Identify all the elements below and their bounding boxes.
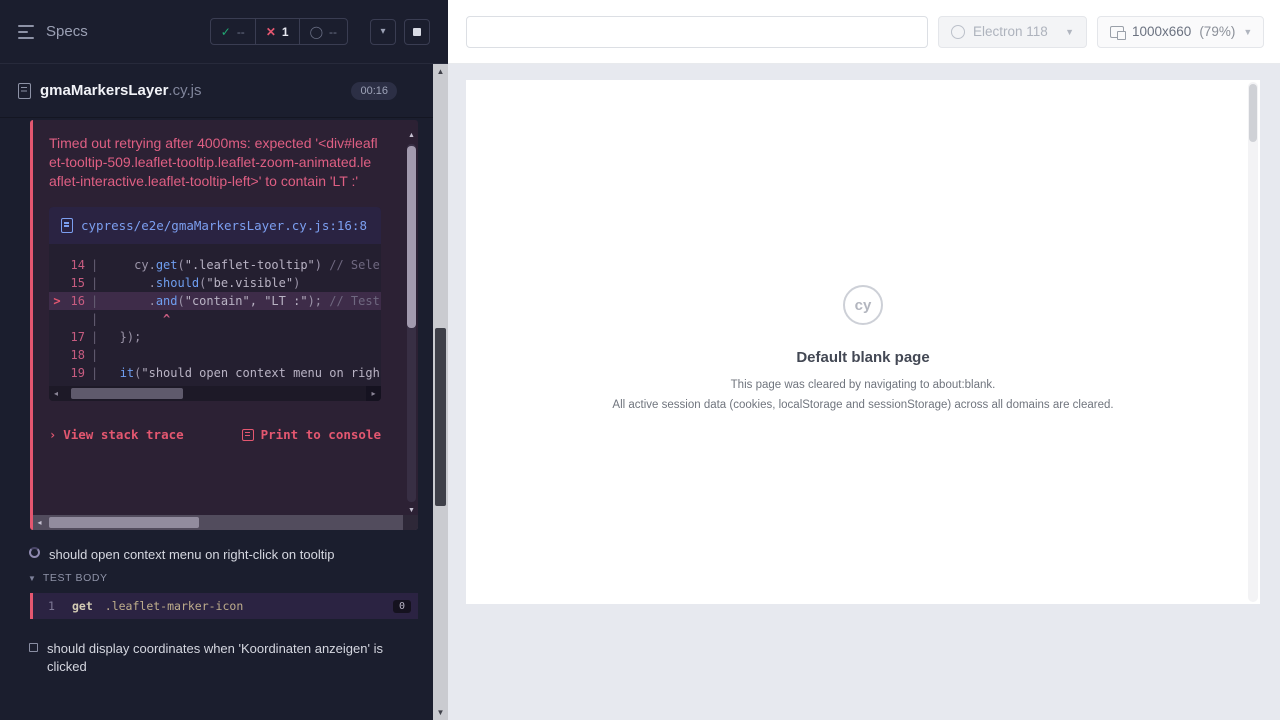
- browser-label: Electron 118: [973, 24, 1048, 39]
- test-body-toggle[interactable]: ▼ TEST BODY: [28, 572, 108, 584]
- spec-duration-badge: 00:16: [351, 82, 397, 100]
- scroll-down-icon[interactable]: ▼: [405, 507, 418, 514]
- code-frame-file-link[interactable]: cypress/e2e/gmaMarkersLayer.cy.js:16:8: [49, 207, 381, 244]
- pending-square-icon: [29, 643, 38, 652]
- blank-page-title: Default blank page: [796, 349, 929, 366]
- code-lines: 14| cy.get(".leaflet-tooltip") // Sele 1…: [49, 244, 381, 386]
- test-stats: ✓ -- ✕ 1 ◯ --: [210, 18, 348, 45]
- url-toolbar: Electron 118 ▼ 1000x660 (79%) ▼: [448, 0, 1280, 64]
- stat-pending[interactable]: ◯ --: [300, 19, 347, 44]
- url-input[interactable]: [466, 16, 928, 48]
- viewport-scale: (79%): [1199, 24, 1235, 39]
- code-line: 18|: [49, 346, 381, 364]
- view-stack-trace-button[interactable]: › View stack trace: [49, 427, 184, 442]
- error-horizontal-scrollbar: ◂: [33, 515, 418, 530]
- command-badge: 0: [393, 600, 411, 613]
- spec-row[interactable]: gmaMarkersLayer.cy.js 00:16: [0, 64, 433, 118]
- test-error-panel: Timed out retrying after 4000ms: expecte…: [30, 120, 418, 530]
- test-title: should open context menu on right-click …: [49, 546, 334, 564]
- blank-page-subtitle-1: This page was cleared by navigating to a…: [731, 377, 996, 393]
- spinner-icon: [29, 547, 40, 558]
- scrollbar-corner: [403, 515, 418, 530]
- command-log-row[interactable]: 1 get .leaflet-marker-icon 0: [30, 593, 418, 619]
- command-method: get: [72, 599, 93, 613]
- cross-icon: ✕: [266, 25, 276, 39]
- command-number: 1: [48, 599, 70, 613]
- test-body-label: TEST BODY: [43, 572, 108, 584]
- viewport-size: 1000x660: [1132, 24, 1191, 39]
- passed-count: --: [237, 25, 245, 39]
- command-args: .leaflet-marker-icon: [105, 599, 243, 613]
- code-line: 14| cy.get(".leaflet-tooltip") // Sele: [49, 256, 381, 274]
- chevron-down-icon: ▾: [380, 26, 385, 37]
- check-icon: ✓: [221, 25, 231, 39]
- blank-page-subtitle-2: All active session data (cookies, localS…: [612, 397, 1113, 413]
- code-line: >16| .and("contain", "LT :"); // Test: [49, 292, 381, 310]
- aut-main: Electron 118 ▼ 1000x660 (79%) ▼ cy Defau…: [448, 0, 1280, 720]
- code-frame-filename: cypress/e2e/gmaMarkersLayer.cy.js:16:8: [81, 216, 367, 235]
- browser-select[interactable]: Electron 118 ▼: [938, 16, 1087, 48]
- reporter-scrollbar-thumb[interactable]: [435, 328, 446, 506]
- test-title: should display coordinates when 'Koordin…: [47, 640, 399, 676]
- scroll-up-icon[interactable]: ▲: [433, 67, 448, 76]
- stop-button[interactable]: [404, 19, 430, 45]
- code-frame: cypress/e2e/gmaMarkersLayer.cy.js:16:8 1…: [49, 207, 381, 401]
- specs-header: Specs ✓ -- ✕ 1 ◯ -- ▾: [0, 0, 448, 64]
- aut-background: cy Default blank page This page was clea…: [448, 64, 1280, 720]
- stop-icon: [413, 28, 421, 36]
- spec-extension: .cy.js: [168, 82, 201, 99]
- specs-menu-icon[interactable]: [18, 25, 36, 39]
- reporter-sidebar: Specs ✓ -- ✕ 1 ◯ -- ▾: [0, 0, 448, 720]
- cy-logo: cy: [843, 285, 883, 325]
- error-message: Timed out retrying after 4000ms: expecte…: [49, 134, 378, 191]
- code-horizontal-scrollbar: ◂ ▸: [49, 386, 381, 401]
- page-scrollbar-thumb[interactable]: [1249, 84, 1257, 142]
- viewport-select[interactable]: 1000x660 (79%) ▼: [1097, 16, 1264, 48]
- chevron-down-icon: ▼: [28, 574, 36, 583]
- chevron-down-icon: ▼: [1243, 27, 1252, 37]
- scroll-down-icon[interactable]: ▼: [433, 708, 448, 717]
- test-item-pending[interactable]: should display coordinates when 'Koordin…: [29, 640, 399, 676]
- scroll-right-icon[interactable]: ▸: [371, 389, 375, 398]
- code-line: | ^: [49, 310, 381, 328]
- chevron-down-icon: ▼: [1065, 27, 1074, 37]
- stat-failed[interactable]: ✕ 1: [256, 19, 300, 44]
- scroll-left-icon[interactable]: ◂: [49, 389, 63, 398]
- header-buttons: ▾: [370, 19, 430, 45]
- error-hscroll-thumb[interactable]: [49, 517, 199, 528]
- chevron-right-icon: ›: [49, 428, 56, 442]
- viewport-icon: [1110, 26, 1124, 38]
- collapse-all-button[interactable]: ▾: [370, 19, 396, 45]
- reporter-scrollbar: ▲ ▼: [433, 64, 448, 720]
- aut-iframe-page: cy Default blank page This page was clea…: [466, 80, 1260, 604]
- error-vertical-scrollbar: ▲ ▼: [405, 132, 418, 514]
- error-vscroll-thumb[interactable]: [407, 146, 416, 328]
- error-actions: › View stack trace Print to console: [49, 427, 381, 442]
- spec-file-icon: [18, 83, 31, 99]
- pending-count: --: [329, 25, 337, 39]
- code-line: 17| });: [49, 328, 381, 346]
- clock-icon: ◯: [310, 25, 323, 39]
- test-item-running[interactable]: should open context menu on right-click …: [29, 546, 334, 564]
- code-line: 19| it("should open context menu on righ: [49, 364, 381, 382]
- page-scrollbar: [1248, 82, 1258, 602]
- code-hscroll-thumb[interactable]: [71, 388, 183, 399]
- code-line: 15| .should("be.visible"): [49, 274, 381, 292]
- browser-icon: [951, 25, 965, 39]
- specs-title: Specs: [46, 23, 88, 40]
- print-icon: [242, 429, 254, 441]
- code-file-icon: [61, 218, 73, 233]
- print-to-console-button[interactable]: Print to console: [242, 427, 381, 442]
- stat-passed[interactable]: ✓ --: [211, 19, 256, 44]
- scroll-up-icon[interactable]: ▲: [405, 132, 418, 139]
- scroll-left-icon[interactable]: ◂: [33, 518, 46, 527]
- failed-count: 1: [282, 25, 289, 39]
- spec-name: gmaMarkersLayer: [40, 82, 168, 99]
- blank-page-content: cy Default blank page This page was clea…: [466, 80, 1260, 413]
